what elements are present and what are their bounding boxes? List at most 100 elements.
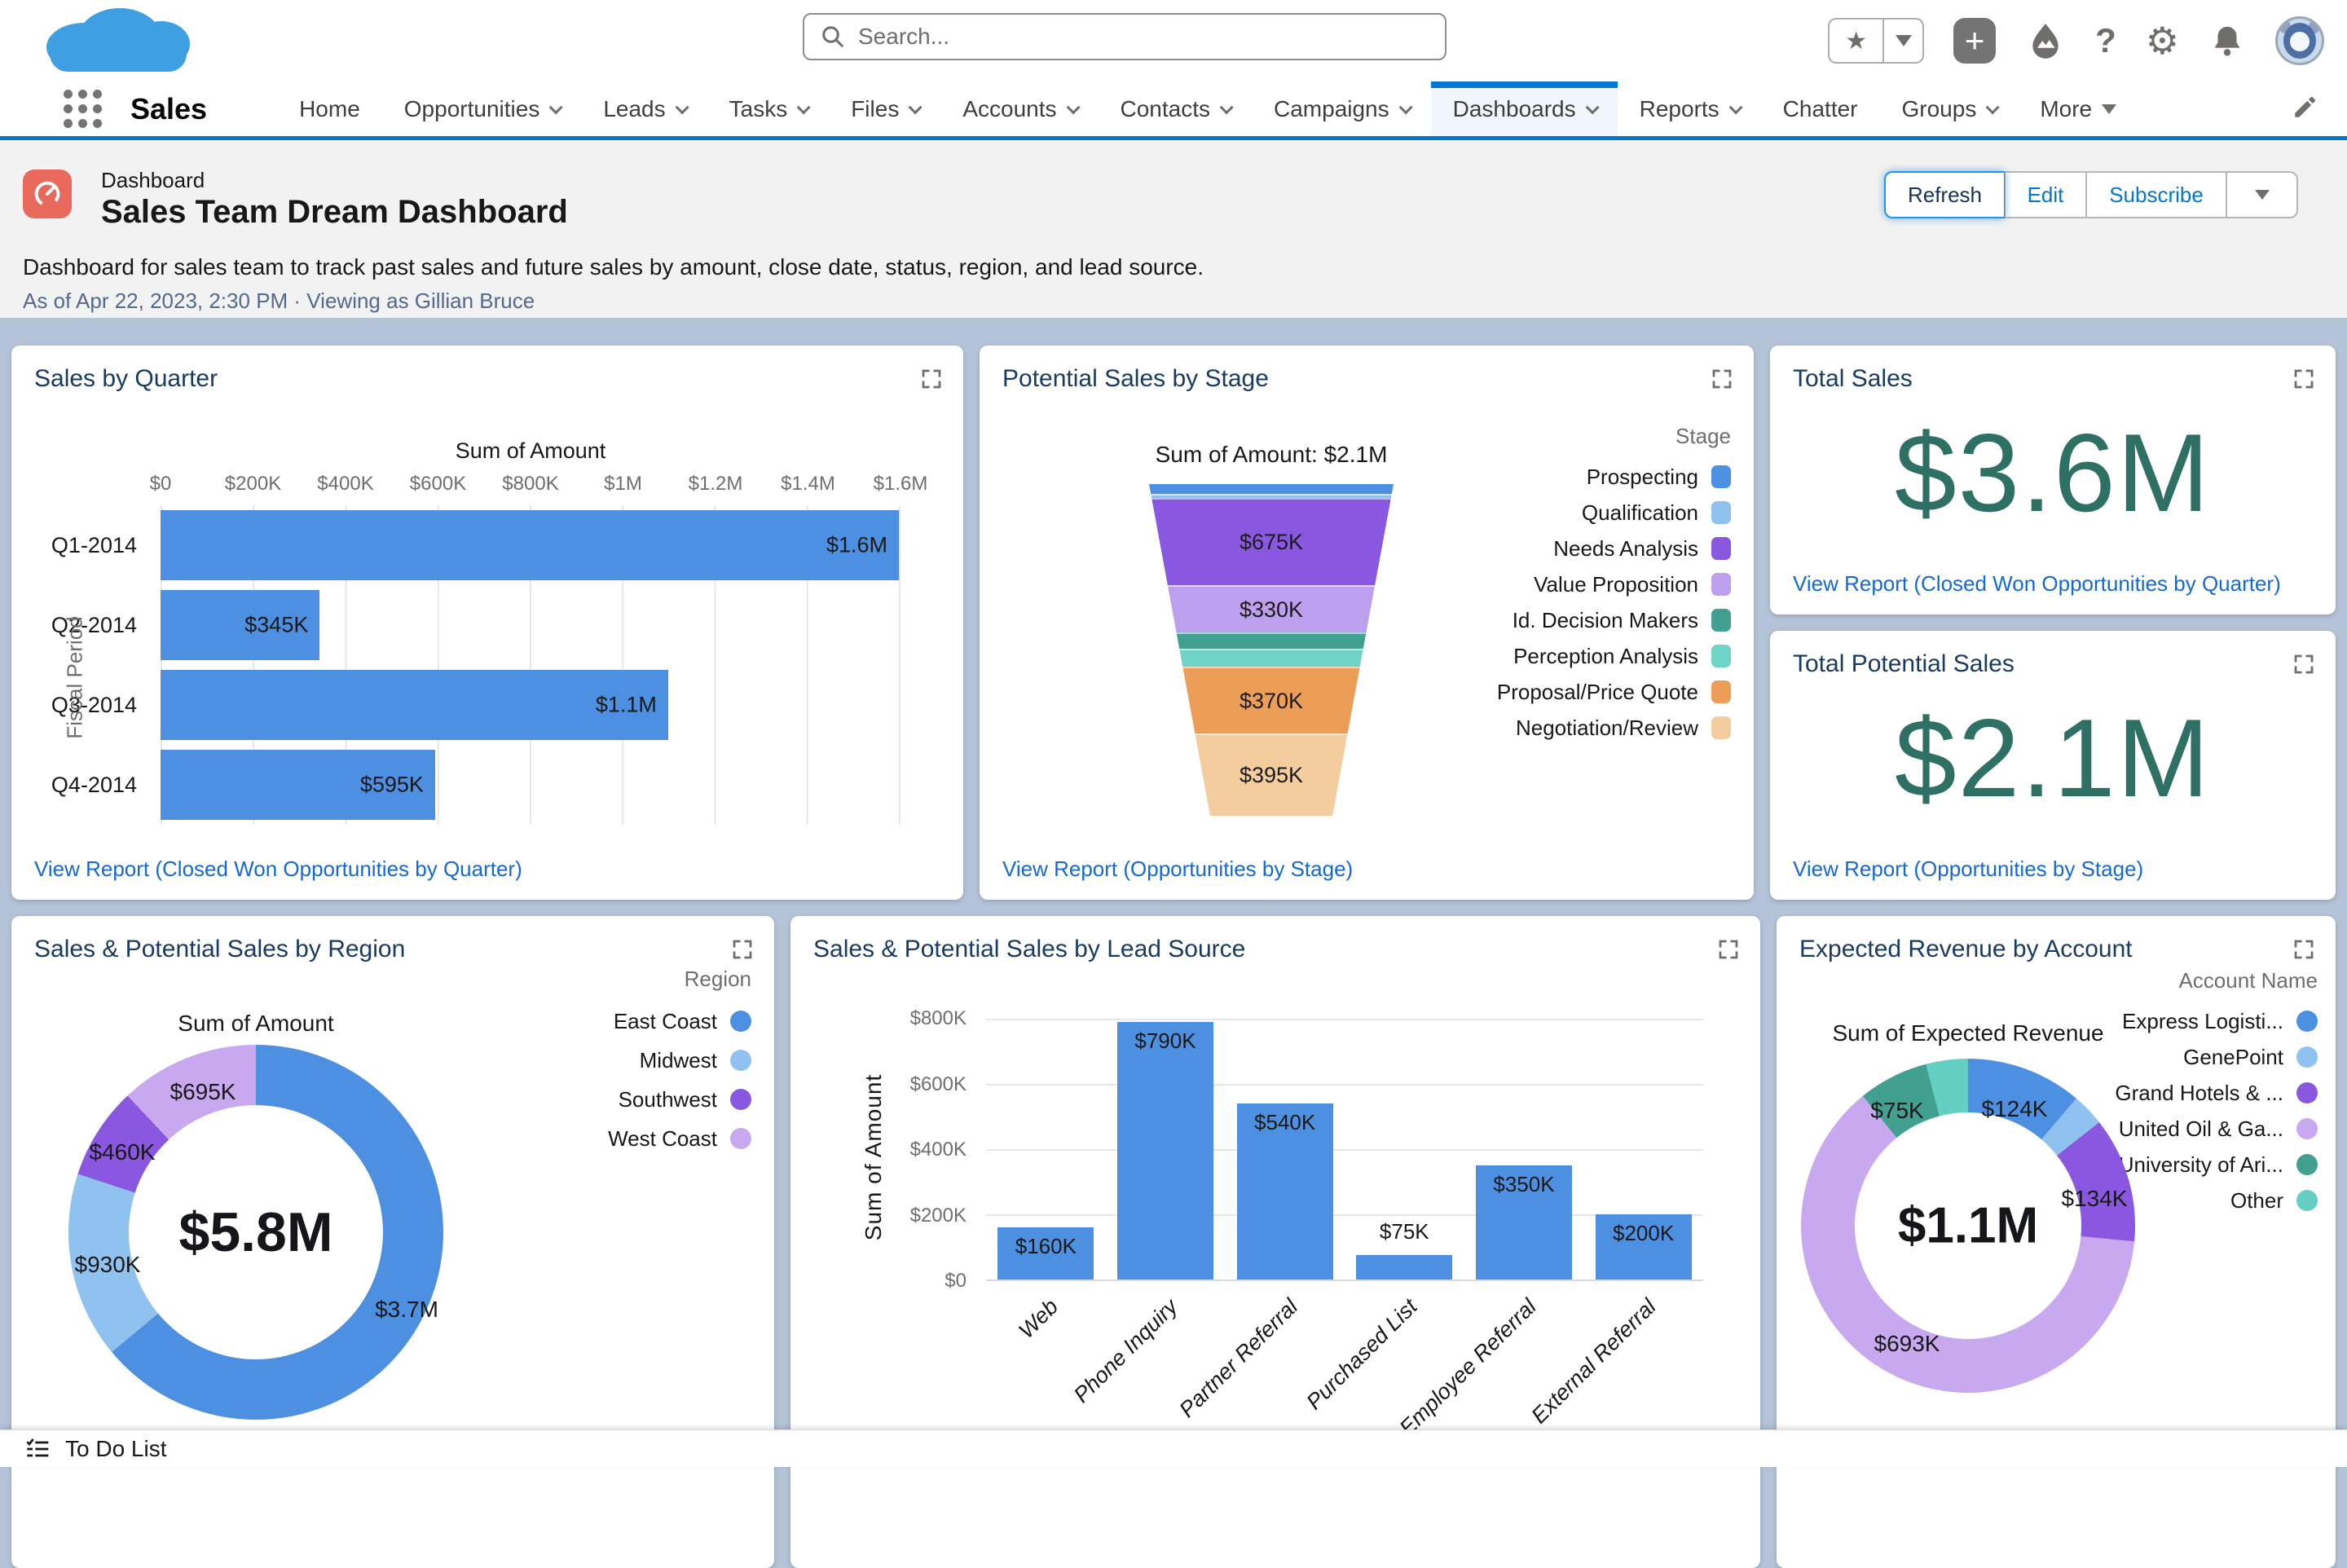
legend-dot [730, 1128, 751, 1149]
y-axis-title: Fiscal Period [63, 597, 88, 760]
app-launcher-icon[interactable] [64, 90, 103, 129]
view-report-link[interactable]: View Report (Opportunities by Stage) [1793, 857, 2143, 882]
tab-contacts[interactable]: Contacts [1099, 81, 1253, 136]
caret-down-icon [2102, 104, 2116, 114]
tab-tasks[interactable]: Tasks [707, 81, 830, 136]
tab-leads[interactable]: Leads [581, 81, 707, 136]
user-avatar[interactable] [2275, 16, 2324, 65]
dashboard-icon [23, 170, 72, 218]
chart-axis-title: Sum of Expected Revenue [1791, 1020, 2145, 1046]
refresh-button[interactable]: Refresh [1884, 171, 2005, 218]
segment-label: $134K [2062, 1186, 2128, 1212]
card-title: Total Sales [1793, 365, 1913, 393]
view-report-link[interactable]: View Report (Opportunities by Stage) [1002, 857, 1353, 882]
setup-gear-icon[interactable]: ⚙ [2146, 19, 2179, 63]
tab-reports[interactable]: Reports [1618, 81, 1761, 136]
global-actions-plus-icon[interactable]: + [1953, 18, 1996, 64]
legend-dot [2296, 1154, 2318, 1175]
bar-q3-2014[interactable]: $1.1M [161, 670, 668, 740]
dashboard-grid: Sales by Quarter Sum of Amount $0 $200K … [0, 318, 2347, 1467]
expand-icon[interactable] [919, 367, 944, 391]
subscribe-button[interactable]: Subscribe [2086, 171, 2226, 218]
favorites-star-icon[interactable]: ★ [1830, 27, 1882, 55]
funnel-segment-needs-analysis[interactable]: $675K [1149, 498, 1394, 585]
salesforce-logo [46, 8, 190, 72]
tab-campaigns[interactable]: Campaigns [1252, 81, 1431, 136]
search-input[interactable] [858, 24, 1412, 50]
bar-external-referral[interactable]: $200K [1596, 1214, 1692, 1280]
legend-dot [2296, 1190, 2318, 1211]
tab-opportunities[interactable]: Opportunities [382, 81, 582, 136]
expand-icon[interactable] [2292, 937, 2316, 962]
funnel-segment-proposal-price-quote[interactable]: $370K [1149, 667, 1394, 733]
bar-q2-2014[interactable]: $345K [161, 590, 319, 660]
legend-swatch [1711, 501, 1731, 524]
donut-total-label: $5.8M [179, 1200, 333, 1264]
nav-edit-pencil-icon[interactable] [2292, 93, 2319, 125]
tab-dashboards[interactable]: Dashboards [1431, 81, 1618, 136]
expand-icon[interactable] [2292, 367, 2316, 391]
dashboard-description: Dashboard for sales team to track past s… [23, 254, 1204, 280]
legend-swatch [1711, 645, 1731, 667]
card-sales-by-lead-source: Sales & Potential Sales by Lead Source S… [790, 916, 1760, 1568]
card-title: Sales & Potential Sales by Lead Source [813, 936, 1245, 963]
bar-phone-inquiry[interactable]: $790K [1117, 1022, 1213, 1280]
card-total-sales: Total Sales $3.6M View Report (Closed Wo… [1770, 346, 2336, 614]
chevron-down-icon [1066, 100, 1080, 114]
expand-icon[interactable] [2292, 652, 2316, 676]
bar-chart-plot: $160KWeb $790KPhone Inquiry $540KPartner… [986, 1019, 1703, 1281]
favorites-caret-icon[interactable] [1884, 35, 1922, 46]
bar-partner-referral[interactable]: $540K [1237, 1103, 1333, 1280]
expand-icon[interactable] [1716, 937, 1741, 962]
tab-accounts[interactable]: Accounts [940, 81, 1098, 136]
global-search[interactable] [803, 13, 1447, 60]
region-donut[interactable]: $5.8M $3.7M $930K $460K $695K [68, 1045, 443, 1420]
bar-purchased-list[interactable]: $75K [1356, 1255, 1452, 1280]
segment-label: $124K [1982, 1096, 2048, 1122]
funnel-segment-perception-analysis[interactable] [1149, 649, 1394, 667]
global-header: ★ + ? ⚙ [0, 0, 2347, 81]
search-icon [821, 24, 845, 49]
more-actions-caret-button[interactable] [2226, 171, 2298, 218]
record-type-label: Dashboard [101, 168, 205, 193]
funnel-segment-negotiation-review[interactable]: $395K [1149, 733, 1394, 816]
card-sales-by-region: Sales & Potential Sales by Region Region… [11, 916, 774, 1568]
tab-chatter[interactable]: Chatter [1761, 81, 1880, 136]
bar-employee-referral[interactable]: $350K [1476, 1165, 1572, 1280]
tab-more[interactable]: More [2018, 81, 2138, 136]
tab-files[interactable]: Files [829, 81, 940, 136]
tab-home[interactable]: Home [277, 81, 382, 136]
funnel-segment-value-proposition[interactable]: $330K [1149, 585, 1394, 632]
notifications-bell-icon[interactable] [2208, 22, 2246, 59]
funnel-segment-prospecting[interactable] [1149, 484, 1394, 494]
donut-total-label: $1.1M [1898, 1197, 2038, 1255]
chevron-down-icon [1220, 100, 1234, 114]
segment-label: $930K [75, 1252, 141, 1278]
chevron-down-icon [797, 100, 811, 114]
account-donut[interactable]: $1.1M $124K $134K $693K $75K [1801, 1059, 2135, 1393]
card-sales-by-quarter: Sales by Quarter Sum of Amount $0 $200K … [11, 346, 963, 900]
help-icon[interactable]: ? [2095, 21, 2116, 60]
app-name: Sales [130, 92, 207, 126]
total-potential-sales-value: $2.1M [1770, 694, 2336, 821]
checklist-icon [24, 1436, 51, 1462]
segment-label: $3.7M [375, 1297, 438, 1323]
bar-q1-2014[interactable]: $1.6M [161, 510, 899, 580]
edit-button[interactable]: Edit [2005, 171, 2086, 218]
card-title: Potential Sales by Stage [1002, 365, 1269, 393]
card-title: Expected Revenue by Account [1799, 936, 2133, 963]
to-do-list-bar[interactable]: To Do List [0, 1429, 2347, 1467]
guidance-center-icon[interactable] [2025, 20, 2066, 61]
legend-swatch [1711, 609, 1731, 632]
view-report-link[interactable]: View Report (Closed Won Opportunities by… [34, 857, 522, 882]
bar-web[interactable]: $160K [997, 1227, 1094, 1280]
expand-icon[interactable] [1710, 367, 1734, 391]
tab-groups[interactable]: Groups [1880, 81, 2019, 136]
card-title: Total Potential Sales [1793, 650, 2015, 678]
expand-icon[interactable] [730, 937, 755, 962]
favorites-button-group[interactable]: ★ [1828, 18, 1924, 64]
bar-q4-2014[interactable]: $595K [161, 750, 435, 820]
funnel-segment-id-decision-makers[interactable] [1149, 632, 1394, 649]
view-report-link[interactable]: View Report (Closed Won Opportunities by… [1793, 571, 2281, 597]
bar-chart-plot: $1.6M $345K $1.1M $595K [161, 505, 900, 825]
